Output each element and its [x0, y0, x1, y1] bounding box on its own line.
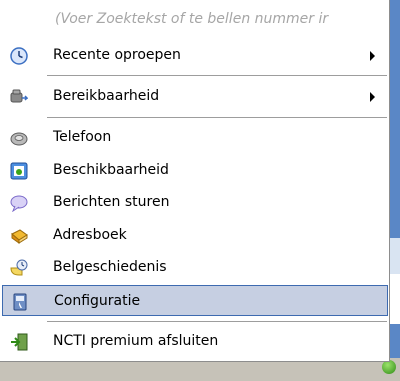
- menu-item-adresboek[interactable]: Adresboek: [2, 220, 388, 251]
- menu-separator: [47, 75, 387, 76]
- menu-item-telefoon[interactable]: Telefoon: [2, 122, 388, 153]
- submenu-arrow-icon: [370, 92, 375, 102]
- menu-item-label: Telefoon: [53, 129, 112, 145]
- menu-item-ncti-premium-afsluiten[interactable]: NCTI premium afsluiten: [2, 326, 388, 357]
- call-history-icon: [10, 259, 28, 276]
- address-book-icon: [11, 229, 28, 244]
- search-input[interactable]: [55, 10, 375, 28]
- menu-item-belgeschiedenis[interactable]: Belgeschiedenis: [2, 252, 388, 283]
- menu-separator: [47, 321, 387, 322]
- menu-item-label: Berichten sturen: [53, 194, 170, 210]
- context-menu: Recente oproepen Bereikbaarheid Telefoon…: [0, 0, 390, 362]
- menu-item-berichten-sturen[interactable]: Berichten sturen: [2, 187, 388, 218]
- configuration-icon: [13, 293, 27, 311]
- desktop-window-edge: [390, 238, 400, 274]
- menu-separator: [47, 117, 387, 118]
- telephone-icon: [10, 132, 28, 146]
- submenu-arrow-icon: [370, 51, 375, 61]
- menu-item-beschikbaarheid[interactable]: Beschikbaarheid: [2, 155, 388, 186]
- desktop-background: [390, 0, 400, 381]
- menu-item-label: Recente oproepen: [53, 47, 181, 63]
- menu-item-recente-oproepen[interactable]: Recente oproepen: [2, 40, 388, 71]
- clock-icon: [10, 47, 28, 65]
- speech-bubble-icon: [10, 195, 28, 212]
- menu-item-bereikbaarheid[interactable]: Bereikbaarheid: [2, 81, 388, 112]
- availability-icon: [10, 162, 28, 180]
- menu-item-label: Belgeschiedenis: [53, 259, 167, 275]
- menu-item-label: Beschikbaarheid: [53, 162, 169, 178]
- phone-forward-icon: [10, 89, 28, 103]
- exit-icon: [11, 333, 28, 351]
- menu-item-label: Bereikbaarheid: [53, 88, 160, 104]
- menu-item-label: Adresboek: [53, 227, 127, 243]
- desktop-window-edge-white: [390, 274, 400, 324]
- tray-status-icon[interactable]: [382, 360, 396, 374]
- menu-item-label: Configuratie: [54, 293, 141, 309]
- menu-item-configuratie[interactable]: Configuratie: [2, 285, 388, 316]
- menu-item-label: NCTI premium afsluiten: [53, 333, 219, 349]
